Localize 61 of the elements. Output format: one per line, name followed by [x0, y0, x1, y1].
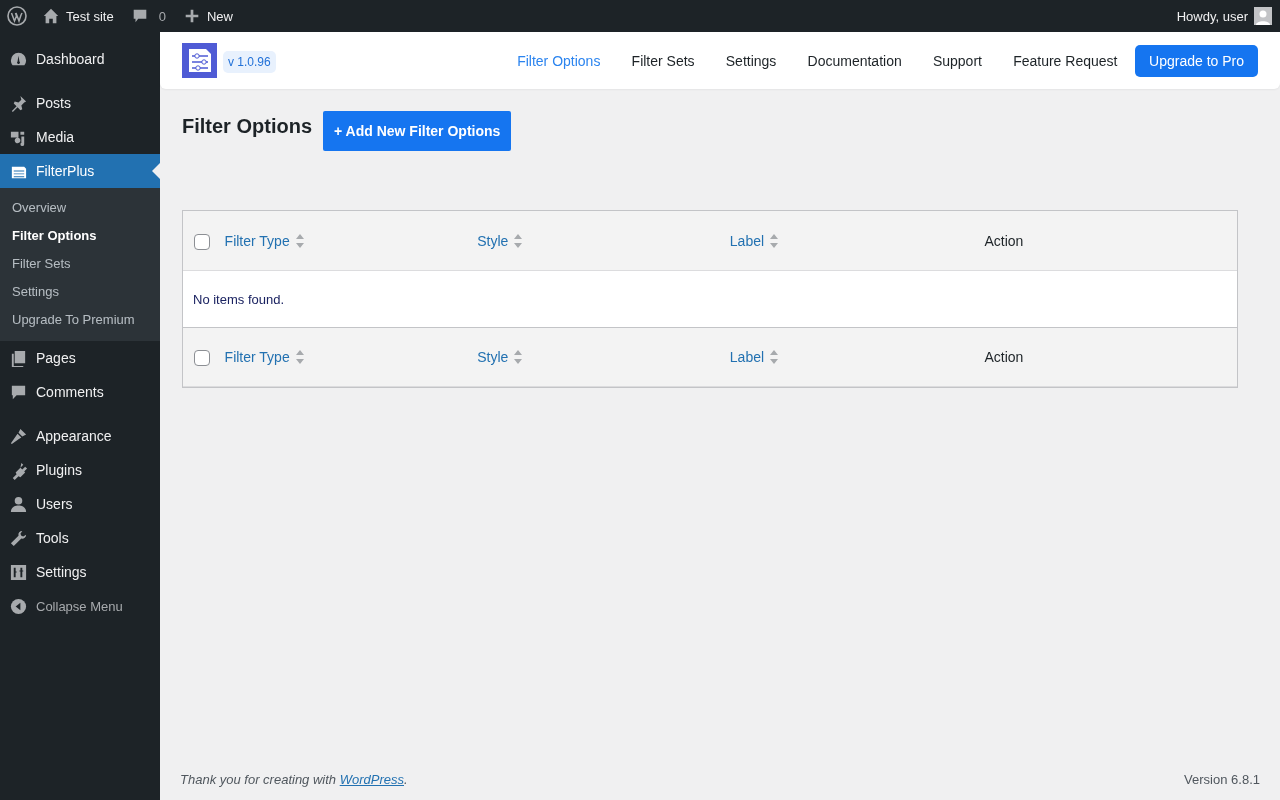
comments-link[interactable]: 0: [130, 7, 166, 25]
sort-arrows-icon: [769, 232, 780, 249]
menu-item[interactable]: Posts: [0, 86, 160, 120]
sortable-column-header[interactable]: Style: [477, 232, 509, 249]
column-header: Action: [984, 349, 1024, 365]
upgrade-button[interactable]: Upgrade to Pro: [1135, 44, 1258, 77]
collapse-menu-button[interactable]: Collapse Menu: [0, 589, 160, 623]
sortable-column-header[interactable]: Style: [477, 349, 509, 365]
sortable-column-header[interactable]: Filter Type: [224, 232, 290, 249]
empty-message: No items found.: [193, 291, 285, 307]
submenu-item[interactable]: Overview: [0, 194, 160, 222]
settings-icon: [9, 562, 28, 582]
left-arrow-circle-icon: [9, 596, 28, 616]
menu-item[interactable]: Dashboard: [0, 42, 160, 76]
column-header: Action: [984, 232, 1024, 249]
submenu-item[interactable]: Upgrade To Premium: [0, 306, 160, 334]
add-new-button[interactable]: + Add New Filter Options: [323, 111, 512, 151]
footer-thanks: Thank you for creating with WordPress.: [180, 772, 408, 787]
version-badge: v 1.0.96: [223, 50, 276, 73]
nav-link[interactable]: Support: [917, 52, 998, 69]
menu-item[interactable]: Tools: [0, 521, 160, 555]
sortable-column-header[interactable]: Filter Type: [224, 349, 290, 365]
menu-item[interactable]: Users: [0, 487, 160, 521]
wordpress-logo-icon[interactable]: [7, 6, 27, 26]
menu-item[interactable]: Settings: [0, 555, 160, 589]
sort-arrows-icon: [513, 349, 524, 365]
account-link[interactable]: Howdy, user: [1176, 7, 1272, 25]
wrench-icon: [9, 528, 28, 548]
submenu-item[interactable]: Settings: [0, 278, 160, 306]
sort-arrows-icon: [294, 349, 305, 365]
nav-link[interactable]: Settings: [710, 52, 792, 69]
submenu-item[interactable]: Filter Options: [0, 222, 160, 250]
checkbox[interactable]: [194, 350, 210, 366]
menu-item[interactable]: Plugins: [0, 453, 160, 487]
sortable-column-header[interactable]: Label: [729, 232, 765, 249]
user-icon: [9, 494, 28, 514]
version-text: Version 6.8.1: [1184, 772, 1260, 787]
paintbrush-icon: [9, 426, 28, 446]
page-title: Filter Options: [182, 115, 312, 138]
menu-item[interactable]: FilterPlus: [0, 154, 160, 188]
sort-arrows-icon: [769, 349, 780, 365]
new-link[interactable]: New: [182, 7, 233, 25]
nav-link[interactable]: Documentation: [791, 52, 918, 69]
submenu-item[interactable]: Filter Sets: [0, 250, 160, 278]
checkbox[interactable]: [194, 233, 210, 250]
sortable-column-header[interactable]: Label: [729, 349, 765, 365]
nav-link[interactable]: Filter Options: [501, 52, 616, 69]
site-link[interactable]: Test site: [42, 7, 114, 25]
nav-link[interactable]: Feature Request: [997, 52, 1134, 69]
filter-logo-icon: [182, 43, 217, 78]
menu-item[interactable]: Appearance: [0, 419, 160, 453]
pages-icon: [9, 348, 28, 368]
home-icon: [42, 7, 60, 25]
wordpress-link[interactable]: WordPress: [339, 772, 404, 787]
menu-item[interactable]: Media: [0, 120, 160, 154]
sort-arrows-icon: [294, 232, 305, 249]
avatar-icon: [1254, 7, 1272, 25]
menu-item[interactable]: Pages: [0, 341, 160, 375]
nav-link[interactable]: Filter Sets: [616, 52, 711, 69]
menu-item[interactable]: Comments: [0, 375, 160, 409]
sort-arrows-icon: [513, 232, 524, 249]
